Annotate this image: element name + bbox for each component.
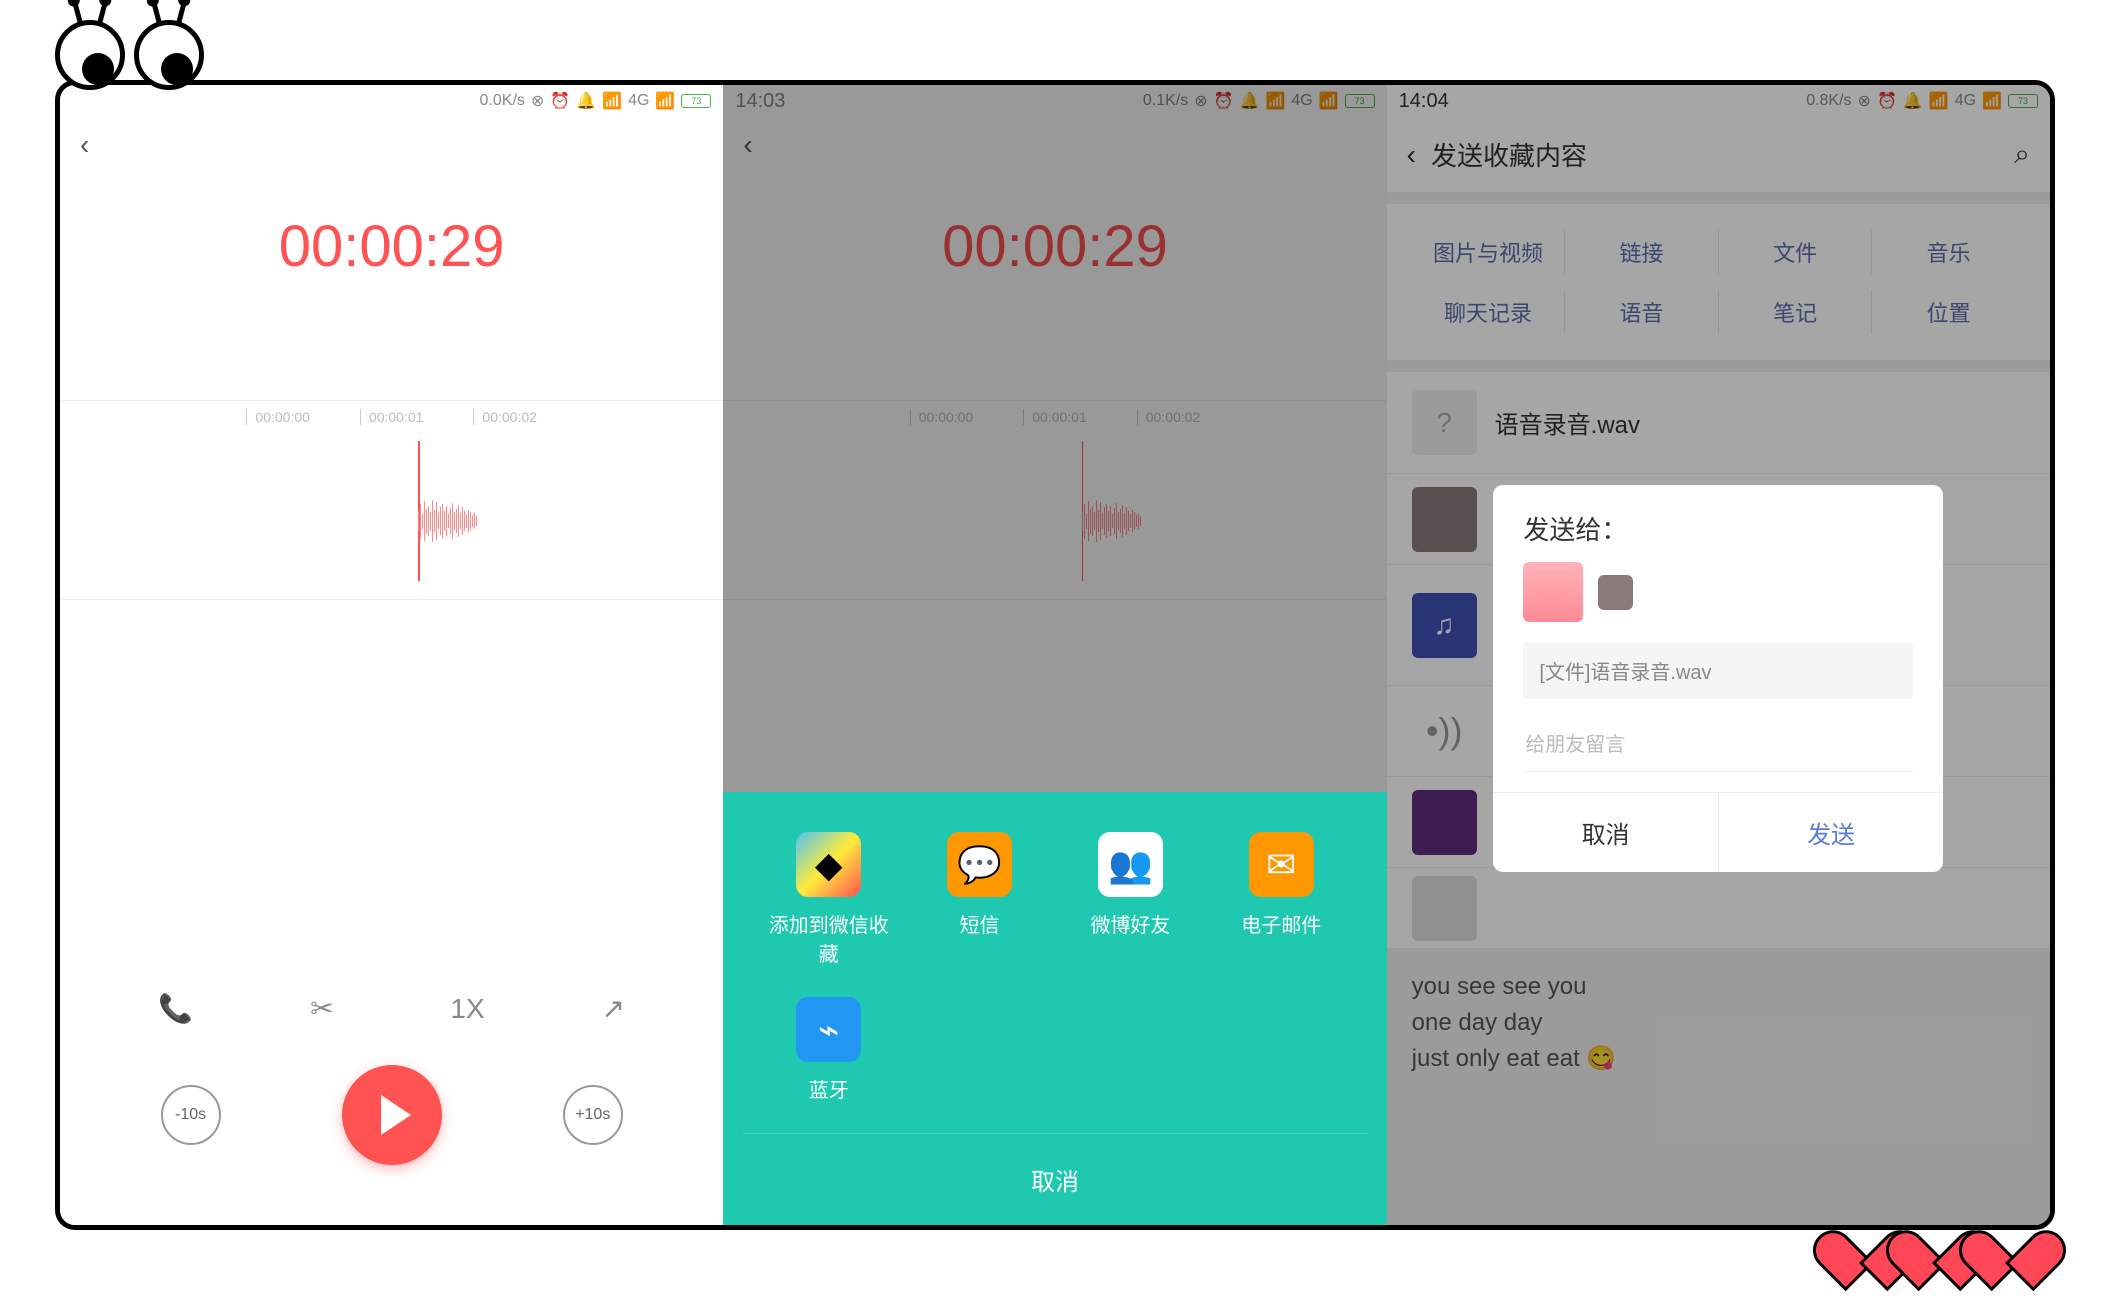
cube-icon: ◆ xyxy=(796,832,861,897)
bluetooth-icon: ⌁ xyxy=(796,997,861,1062)
waveform[interactable]: 00:00:00 00:00:01 00:00:02 xyxy=(60,400,723,600)
signal-icon: 📶 xyxy=(655,91,675,111)
chat-icon: 💬 xyxy=(947,832,1012,897)
bluetooth-icon: ⊗ xyxy=(531,91,544,111)
share-weibo-friends[interactable]: 👥 微博好友 xyxy=(1065,832,1196,967)
people-icon: 👥 xyxy=(1098,832,1163,897)
share-label: 添加到微信收藏 xyxy=(763,909,894,967)
hearts-decoration xyxy=(1834,1205,2045,1263)
cancel-button[interactable]: 取消 xyxy=(743,1133,1366,1225)
share-label: 电子邮件 xyxy=(1241,909,1321,938)
share-sms[interactable]: 💬 短信 xyxy=(914,832,1045,967)
screen-recorder-player: 0.0K/s ⊗ ⏰ 🔔 📶 4G 📶 ‹ 00:00:29 00:00:00 … xyxy=(60,85,723,1225)
eyes-decoration xyxy=(55,20,209,95)
share-email[interactable]: ✉ 电子邮件 xyxy=(1216,832,1347,967)
recipient-avatars xyxy=(1493,562,1943,642)
skip-forward-button[interactable]: +10s xyxy=(563,1085,623,1145)
screen-send-favorites: 14:04 0.8K/s ⊗ ⏰ 🔔 📶 4G 📶 ‹ 发送收藏内容 ⌕ 图片与… xyxy=(1387,85,2050,1225)
bell-icon: 🔔 xyxy=(576,91,596,111)
share-label: 蓝牙 xyxy=(809,1074,849,1103)
send-button[interactable]: 发送 xyxy=(1719,793,1944,872)
share-wechat-favorites[interactable]: ◆ 添加到微信收藏 xyxy=(763,832,894,967)
mail-icon: ✉ xyxy=(1249,832,1314,897)
net-speed: 0.0K/s xyxy=(480,92,525,110)
tick: 00:00:00 xyxy=(246,409,310,425)
avatar[interactable] xyxy=(1523,562,1583,622)
tick: 00:00:01 xyxy=(360,409,424,425)
screen-share-sheet: 14:03 0.1K/s ⊗ ⏰ 🔔 📶 4G 📶 ‹ 00:00:29 00:… xyxy=(723,85,1386,1225)
attachment-label: [文件]语音录音.wav xyxy=(1523,642,1913,699)
share-label: 微博好友 xyxy=(1090,909,1170,938)
clock-icon: ⏰ xyxy=(550,91,570,111)
speed-button[interactable]: 1X xyxy=(450,993,484,1025)
share-sheet: ◆ 添加到微信收藏 💬 短信 👥 微博好友 ✉ 电子邮件 ⌁ 蓝牙 xyxy=(723,792,1386,1225)
dialog-title: 发送给： xyxy=(1493,485,1943,562)
share-label: 短信 xyxy=(960,909,1000,938)
skip-back-button[interactable]: -10s xyxy=(161,1085,221,1145)
tick: 00:00:02 xyxy=(473,409,537,425)
play-button[interactable] xyxy=(342,1065,442,1165)
share-icon[interactable]: ↗ xyxy=(601,992,624,1025)
net-type: 4G xyxy=(628,92,649,110)
signal-icon: 📶 xyxy=(602,91,622,111)
back-button[interactable]: ‹ xyxy=(60,117,723,173)
scissors-icon[interactable]: ✂ xyxy=(310,992,333,1025)
waveform-bars xyxy=(418,481,477,561)
avatar[interactable] xyxy=(1598,575,1633,610)
cancel-button[interactable]: 取消 xyxy=(1493,793,1719,872)
phone-icon[interactable]: 📞 xyxy=(158,992,193,1025)
send-dialog: 发送给： [文件]语音录音.wav 给朋友留言 取消 发送 xyxy=(1493,485,1943,872)
recording-timer: 00:00:29 xyxy=(60,213,723,280)
battery-icon xyxy=(681,94,711,108)
share-bluetooth[interactable]: ⌁ 蓝牙 xyxy=(763,997,894,1103)
message-input[interactable]: 给朋友留言 xyxy=(1523,714,1913,772)
